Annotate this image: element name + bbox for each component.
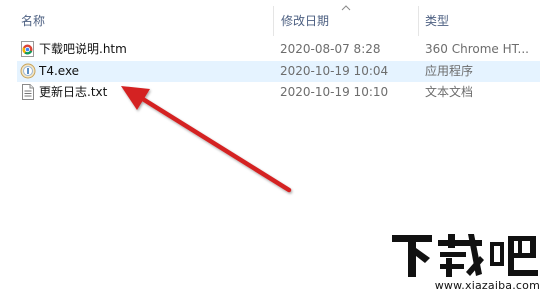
file-type: 360 Chrome HT... xyxy=(425,42,529,56)
chrome-html-icon xyxy=(21,41,34,57)
file-name: 下载吧说明.htm xyxy=(39,42,127,56)
text-file-icon xyxy=(22,84,34,100)
column-divider[interactable] xyxy=(273,6,274,36)
file-type: 文本文档 xyxy=(425,85,474,99)
column-header: 名称 修改日期 类型 xyxy=(0,0,540,38)
file-date: 2020-10-19 10:10 xyxy=(280,85,389,99)
file-name: 更新日志.txt xyxy=(39,85,108,99)
sort-ascending-icon xyxy=(341,5,351,11)
xiazaiba-logo xyxy=(392,234,538,277)
file-row[interactable]: 更新日志.txt 2020-10-19 10:10 文本文档 xyxy=(17,82,540,103)
column-name-header[interactable]: 名称 xyxy=(18,12,45,30)
file-date: 2020-08-07 8:28 xyxy=(280,42,381,56)
watermark: www.xiazaiba.com xyxy=(390,232,540,296)
file-date: 2020-10-19 10:04 xyxy=(280,64,389,78)
app-icon xyxy=(20,63,36,79)
file-row[interactable]: 下载吧说明.htm 2020-08-07 8:28 360 Chrome HT.… xyxy=(17,39,540,60)
column-date-header[interactable]: 修改日期 xyxy=(278,12,329,30)
file-type: 应用程序 xyxy=(425,64,474,78)
column-type-header[interactable]: 类型 xyxy=(422,12,449,30)
file-row-selected[interactable]: T4.exe 2020-10-19 10:04 应用程序 xyxy=(17,61,540,82)
file-name: T4.exe xyxy=(39,64,80,78)
column-divider[interactable] xyxy=(418,6,419,36)
watermark-url: www.xiazaiba.com xyxy=(434,279,540,292)
